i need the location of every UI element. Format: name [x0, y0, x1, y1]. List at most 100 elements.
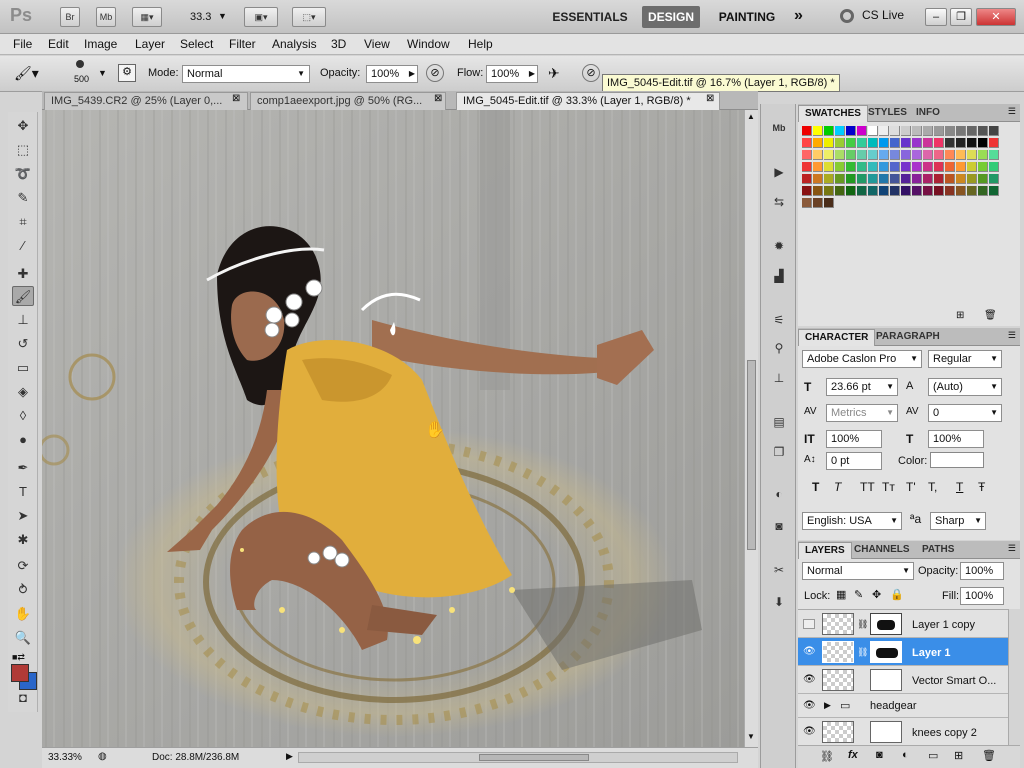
brush-presets-icon[interactable]: ✂ — [768, 560, 790, 580]
color-swatch[interactable] — [824, 174, 834, 184]
color-swatch[interactable] — [923, 138, 933, 148]
marquee-tool-icon[interactable]: ⬚ — [12, 140, 34, 160]
color-swatch[interactable] — [824, 198, 834, 208]
color-swatch[interactable] — [879, 138, 889, 148]
color-swatch[interactable] — [912, 186, 922, 196]
visibility-toggle-off[interactable] — [803, 619, 815, 629]
mini-bridge-icon[interactable]: Mb — [768, 118, 790, 138]
close-tab-icon[interactable]: ⊠ — [232, 93, 240, 104]
link-layers-icon[interactable]: ⛓ — [820, 750, 834, 763]
color-swatch[interactable] — [835, 150, 845, 160]
mode-select[interactable]: Normal ▼ — [182, 65, 310, 83]
color-swatch[interactable] — [934, 138, 944, 148]
superscript-button[interactable]: T' — [906, 480, 916, 494]
subscript-button[interactable]: T, — [928, 480, 937, 494]
color-swatch[interactable] — [835, 126, 845, 136]
color-swatch[interactable] — [813, 150, 823, 160]
fill-field[interactable]: 100% — [960, 587, 1004, 605]
color-swatch[interactable] — [967, 162, 977, 172]
color-swatch[interactable] — [978, 162, 988, 172]
horizontal-scale-field[interactable]: 100% — [928, 430, 984, 448]
underline-button[interactable]: T — [956, 480, 963, 494]
color-swatch[interactable] — [824, 126, 834, 136]
layer-opacity-field[interactable]: 100% — [960, 562, 1004, 580]
color-swatch[interactable] — [879, 174, 889, 184]
layer-row-selected[interactable]: 👁 ⛓ Layer 1 — [798, 638, 1008, 666]
camera-icon[interactable]: ◙ — [768, 516, 790, 536]
menu-analysis[interactable]: Analysis — [272, 37, 317, 51]
fx-icon[interactable]: fx — [848, 749, 858, 761]
color-swatch[interactable] — [857, 174, 867, 184]
close-tab-icon[interactable]: ⊠ — [706, 93, 714, 104]
color-swatch[interactable] — [934, 186, 944, 196]
text-color-swatch[interactable] — [930, 452, 984, 468]
color-swatch[interactable] — [857, 186, 867, 196]
color-swatch[interactable] — [868, 126, 878, 136]
color-swatch[interactable] — [857, 150, 867, 160]
panel-menu-icon[interactable]: ☰ — [1008, 106, 1016, 117]
paint-bucket-tool-icon[interactable]: ◈ — [12, 382, 34, 402]
color-swatch[interactable] — [868, 186, 878, 196]
notes-icon[interactable]: ▤ — [768, 412, 790, 432]
menu-filter[interactable]: Filter — [229, 37, 256, 51]
pressure-opacity-icon[interactable]: ⊘ — [426, 64, 444, 82]
color-swatch[interactable] — [967, 138, 977, 148]
color-swatch[interactable] — [846, 162, 856, 172]
color-swatch[interactable] — [956, 174, 966, 184]
color-swatch[interactable] — [846, 186, 856, 196]
color-swatch[interactable] — [989, 138, 999, 148]
color-swatch[interactable] — [879, 126, 889, 136]
color-swatch[interactable] — [934, 162, 944, 172]
healing-tool-icon[interactable]: ✚ — [12, 264, 34, 284]
minimize-button[interactable]: – — [925, 8, 947, 26]
layer-row[interactable]: ⛓ Layer 1 copy — [798, 610, 1008, 638]
color-swatch[interactable] — [835, 174, 845, 184]
airbrush-icon[interactable]: ✈ — [548, 65, 560, 82]
crop-tool-icon[interactable]: ⌗ — [12, 212, 34, 232]
stamp-tool-icon[interactable]: ⊥ — [12, 310, 34, 330]
lock-transparency-icon[interactable]: ▦ — [836, 588, 846, 601]
color-swatch[interactable] — [934, 150, 944, 160]
color-swatch[interactable] — [978, 126, 988, 136]
color-swatch[interactable] — [813, 186, 823, 196]
scroll-thumb[interactable] — [747, 360, 756, 550]
move-tool-icon[interactable]: ✥ — [12, 116, 34, 136]
color-swatch[interactable] — [956, 138, 966, 148]
adjustments-icon[interactable]: ⚟ — [768, 310, 790, 330]
foreground-color-swatch[interactable] — [11, 664, 29, 682]
lock-pixels-icon[interactable]: ✎ — [854, 588, 863, 601]
color-swatch[interactable] — [868, 162, 878, 172]
workspace-more-button[interactable]: » — [794, 7, 803, 25]
menu-help[interactable]: Help — [468, 37, 493, 51]
zoom-tool-icon[interactable]: 🔍 — [12, 628, 34, 648]
document-canvas[interactable]: ✋ — [42, 110, 744, 747]
zoom-level[interactable]: 33.3 — [190, 11, 211, 23]
color-swatch[interactable] — [890, 150, 900, 160]
workspace-essentials[interactable]: ESSENTIALS — [543, 6, 637, 28]
new-group-icon[interactable]: ▭ — [928, 749, 938, 762]
scroll-up-icon[interactable]: ▲ — [747, 112, 755, 121]
color-swatch[interactable] — [890, 138, 900, 148]
eye-icon[interactable]: 👁 — [803, 674, 816, 685]
layer-comps-icon[interactable]: ❐ — [768, 442, 790, 462]
pen-tool-icon[interactable]: ✒ — [12, 458, 34, 478]
hand-tool-icon[interactable]: ✋ — [12, 604, 34, 624]
color-swatch[interactable] — [956, 126, 966, 136]
color-swatch[interactable] — [813, 162, 823, 172]
color-swatch[interactable] — [802, 174, 812, 184]
mini-bridge-button[interactable]: Mb — [96, 7, 116, 27]
color-swatch[interactable] — [813, 138, 823, 148]
menu-image[interactable]: Image — [84, 37, 117, 51]
pressure-size-icon[interactable]: ⊘ — [582, 64, 600, 82]
new-swatch-icon[interactable]: ⊞ — [956, 310, 964, 321]
color-swatch[interactable] — [802, 186, 812, 196]
new-layer-icon[interactable]: ⊞ — [954, 749, 963, 762]
color-swatch[interactable] — [989, 150, 999, 160]
color-swatch[interactable] — [923, 162, 933, 172]
color-swatch[interactable] — [835, 138, 845, 148]
layer-row[interactable]: 👁 knees copy 2 — [798, 718, 1008, 745]
status-zoom[interactable]: 33.33% — [48, 752, 82, 763]
color-swatch[interactable] — [890, 186, 900, 196]
color-swatch[interactable] — [934, 174, 944, 184]
color-swatch[interactable] — [912, 162, 922, 172]
